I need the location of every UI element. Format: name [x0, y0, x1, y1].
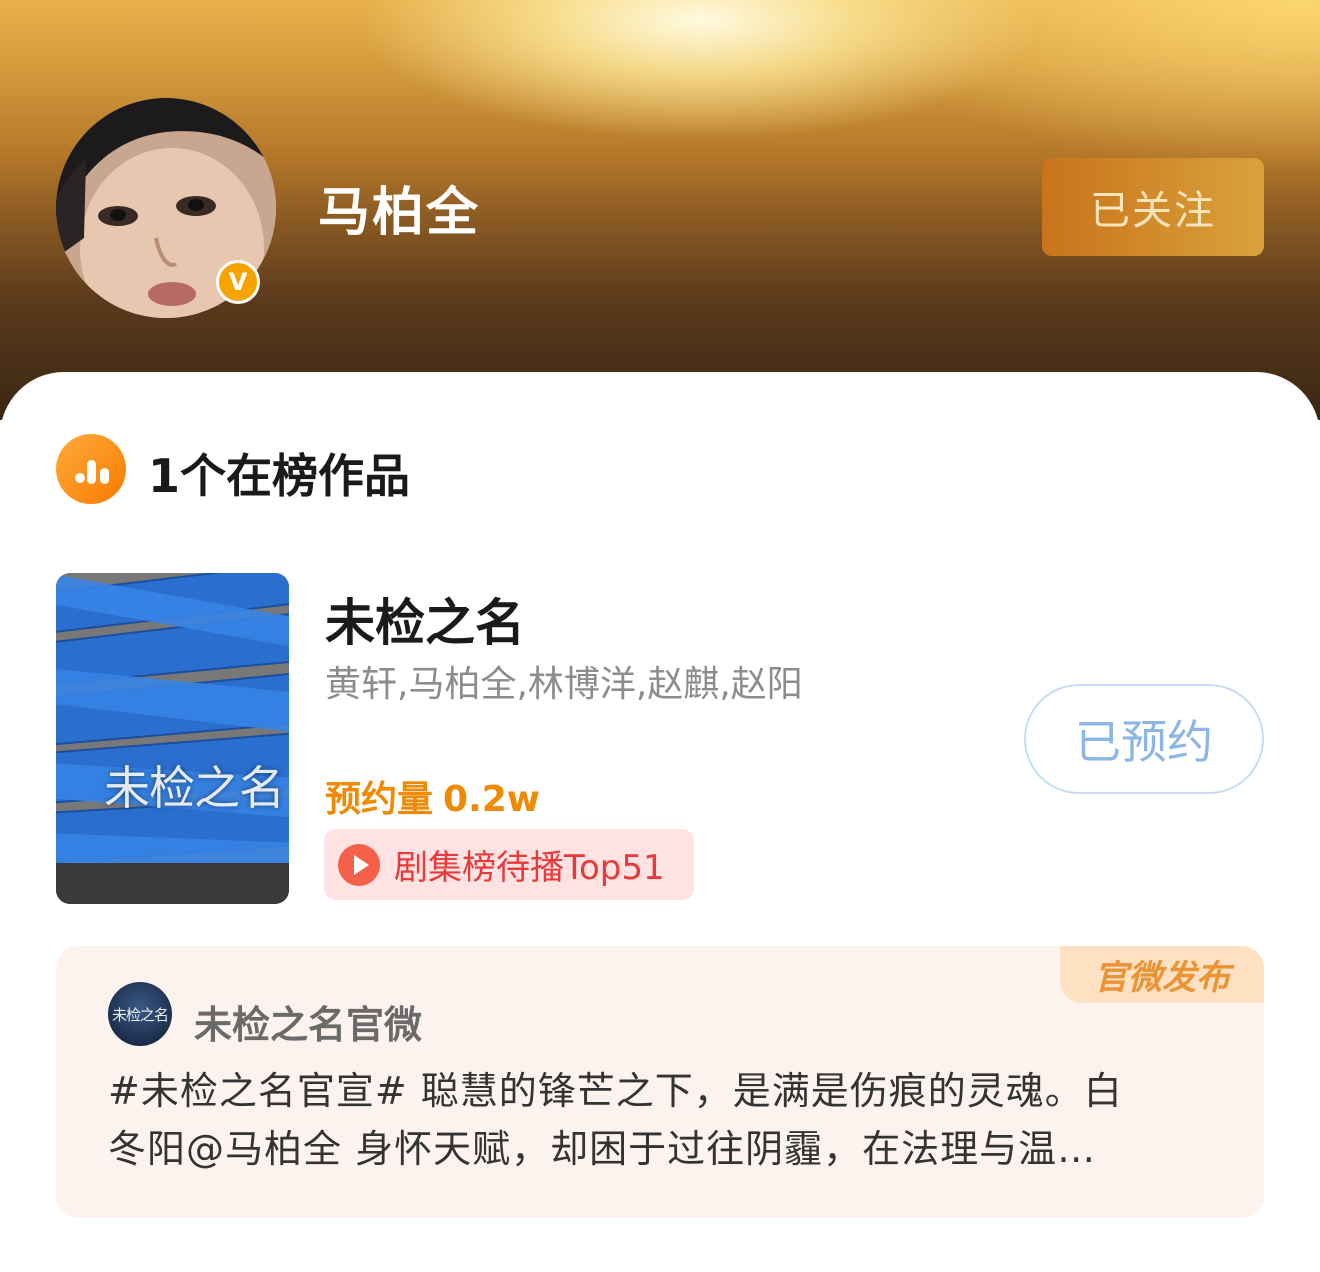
- work-poster[interactable]: [56, 573, 289, 904]
- bar-chart-icon: [56, 434, 126, 504]
- follow-button[interactable]: 已关注: [1042, 158, 1264, 256]
- post-account-name[interactable]: 未检之名官微: [194, 994, 422, 1049]
- post-text-line-2: 冬阳@马柏全 身怀天赋，却困于过往阴霾，在法理与温…: [108, 1127, 1097, 1171]
- reserve-count: 预约量 0.2w: [325, 770, 540, 822]
- reserve-label: 预约量: [325, 779, 434, 820]
- play-icon: [338, 843, 380, 886]
- profile-name: 马柏全: [318, 183, 481, 243]
- poster-image: [56, 573, 289, 904]
- reserve-value: 0.2w: [443, 779, 541, 820]
- verified-badge-icon: V: [216, 260, 260, 304]
- ranking-title: 1个在榜作品: [148, 449, 411, 503]
- work-title[interactable]: 未检之名: [325, 583, 525, 655]
- post-text: #未检之名官宣# 聪慧的锋芒之下，是满是伤痕的灵魂。白 冬阳@马柏全 身怀天赋，…: [108, 1062, 1218, 1178]
- poster-title: 未检之名: [104, 761, 285, 815]
- post-avatar[interactable]: 未检之名: [108, 982, 172, 1046]
- rank-tag-label: 剧集榜待播Top51: [394, 848, 665, 888]
- work-cast: 黄轩,马柏全,林博洋,赵麒,赵阳: [325, 664, 803, 705]
- reserved-button[interactable]: 已预约: [1024, 684, 1264, 794]
- official-post-tag: 官微发布: [1060, 946, 1264, 1003]
- rank-tag[interactable]: 剧集榜待播Top51: [324, 829, 694, 900]
- post-text-line-1: #未检之名官宣# 聪慧的锋芒之下，是满是伤痕的灵魂。白: [108, 1069, 1123, 1113]
- official-post[interactable]: 官微发布 未检之名 未检之名官微 #未检之名官宣# 聪慧的锋芒之下，是满是伤痕的…: [56, 946, 1264, 1218]
